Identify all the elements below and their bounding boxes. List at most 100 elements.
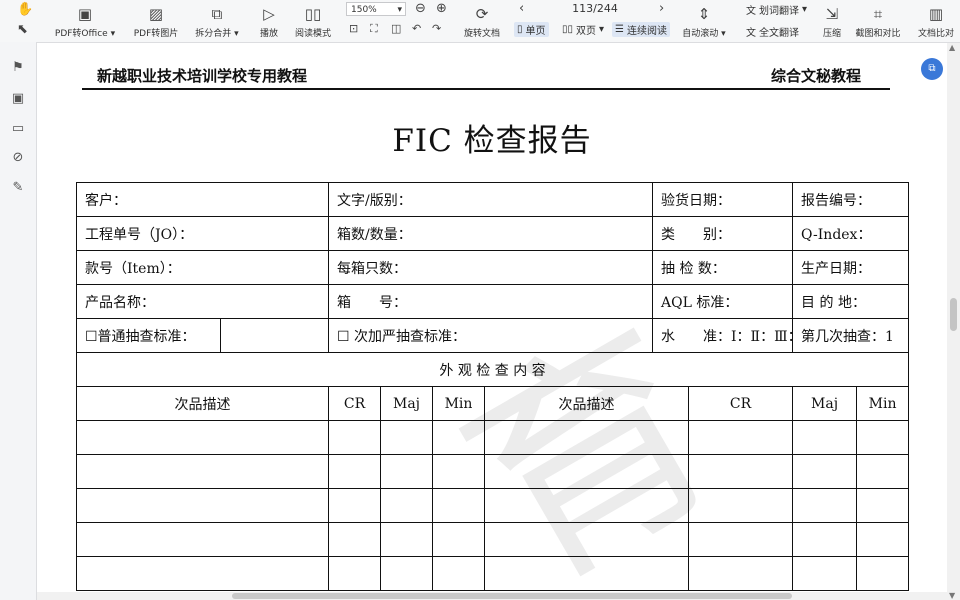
table-row: 外 观 检 查 内 容 <box>75 352 910 387</box>
column-header: Maj <box>380 386 433 421</box>
page-header-right: 综合文秘教程 <box>771 67 862 85</box>
form-cell: 工程单号（JO）： <box>76 216 329 251</box>
column-header: 次品描述 <box>76 386 329 421</box>
screenshot-compare-button[interactable]: ⌗ 截图和对比 <box>852 0 904 42</box>
thumbnail-icon[interactable]: ▣ <box>10 91 26 107</box>
table-row: 客户： 文字/版别： 验货日期： 报告编号： <box>76 182 910 217</box>
play-button[interactable]: ▷ 播放 <box>256 0 282 42</box>
column-header: 次品描述 <box>483 386 690 421</box>
form-cell: ☐ 次加严抽查标准： <box>327 318 654 353</box>
translate-float-icon: ⧉ <box>928 63 936 74</box>
form-cell: 水 准：Ⅰ：Ⅱ：Ⅲ： <box>652 318 794 353</box>
vertical-scroll-thumb[interactable] <box>950 298 957 331</box>
form-cell: 抽 检 数： <box>652 250 794 285</box>
scroll-up-icon[interactable]: ▲ <box>949 43 955 52</box>
fit-width-icon[interactable]: ◫ <box>391 22 401 35</box>
table-header-row: 次品描述 CR Maj Min 次品描述 CR Maj Min <box>76 386 910 421</box>
page-header-left: 新越职业技术培训学校专用教程 <box>97 67 308 85</box>
form-cell: 报告编号： <box>792 182 910 217</box>
left-sidebar: ⚑ ▣ ▭ ⊘ ✎ <box>0 42 37 600</box>
form-cell <box>220 318 329 353</box>
attachment-icon[interactable]: ⊘ <box>10 150 26 166</box>
form-cell: 每箱只数： <box>327 250 654 285</box>
form-cell: ☐普通抽查标准： <box>76 318 221 353</box>
form-cell: 客户： <box>76 182 329 217</box>
translate-full-icon: 文 <box>746 28 756 39</box>
next-page-icon[interactable]: › <box>659 1 664 16</box>
column-header: Min <box>432 386 485 421</box>
fit-page-icon[interactable]: ⛶ <box>370 22 378 36</box>
page-title: FIC 检查报告 <box>392 123 592 159</box>
table-row: 款号（Item）： 每箱只数： 抽 检 数： 生产日期： <box>76 250 910 285</box>
column-header: Maj <box>792 386 858 421</box>
chevron-down-icon: ▾ <box>397 5 402 15</box>
document-page: 育 新越职业技术培训学校专用教程 综合文秘教程 FIC 检查报告 客户： 文字/… <box>37 43 947 592</box>
column-header: Min <box>856 386 910 421</box>
form-cell: 验货日期： <box>652 182 794 217</box>
continuous-reading-button[interactable]: ☰ 连续阅读 <box>612 22 670 37</box>
table-row <box>76 454 910 489</box>
zoom-select[interactable]: 150% ▾ <box>346 2 406 16</box>
double-page-button[interactable]: ▯▯ 双页 ▾ <box>562 22 604 37</box>
split-merge-button[interactable]: ⧉ 拆分合并 ▾ <box>192 0 242 42</box>
pdf-to-image-button[interactable]: ▨ PDF转图片 <box>130 0 182 42</box>
word-translate-button[interactable]: 文划词翻译 ▾ <box>746 2 807 17</box>
inspection-form: 客户： 文字/版别： 验货日期： 报告编号： 工程单号（JO）： 箱数/数量： … <box>75 182 910 591</box>
reading-mode-button[interactable]: ▯▯ 阅读模式 <box>291 0 335 42</box>
table-row <box>76 556 910 591</box>
form-cell: 生产日期： <box>792 250 910 285</box>
table-row: 工程单号（JO）： 箱数/数量： 类 别： Q-Index： <box>76 216 910 251</box>
header-rule <box>82 88 890 90</box>
compress-icon: ⇲ <box>825 5 839 23</box>
form-cell: 款号（Item）： <box>76 250 329 285</box>
vertical-scrollbar[interactable]: ▲ ▼ <box>947 43 960 600</box>
compress-button[interactable]: ⇲ 压缩 <box>820 0 844 42</box>
form-cell: 产品名称： <box>76 284 329 319</box>
rotate-right-icon[interactable]: ↷ <box>432 22 441 35</box>
scroll-down-icon[interactable]: ▼ <box>949 591 955 600</box>
page-indicator[interactable]: 113/244 <box>540 1 650 17</box>
full-translate-button[interactable]: 文全文翻译 <box>746 24 799 39</box>
horizontal-scrollbar[interactable] <box>37 592 947 600</box>
translate-icon: 文 <box>746 6 756 17</box>
rotate-document-button[interactable]: ⟳ 旋转文档 <box>460 0 504 42</box>
compare-icon: ▥ <box>928 5 944 23</box>
auto-scroll-icon: ⇕ <box>697 5 711 23</box>
single-page-icon: ▯ <box>517 24 523 35</box>
single-page-button[interactable]: ▯ 单页 <box>514 22 549 37</box>
form-cell: 目 的 地： <box>792 284 910 319</box>
screenshot-icon: ⌗ <box>873 5 883 23</box>
zoom-out-icon[interactable]: ⊖ <box>415 1 426 16</box>
column-header: CR <box>688 386 794 421</box>
form-cell: 箱数/数量： <box>327 216 654 251</box>
signature-icon[interactable]: ✎ <box>10 180 26 196</box>
document-compare-button[interactable]: ▥ 文档比对 <box>914 0 958 42</box>
book-icon: ▯▯ <box>304 5 322 23</box>
select-tool-icon[interactable]: ⬉ <box>17 22 28 37</box>
double-page-icon: ▯▯ <box>562 24 574 35</box>
auto-scroll-button[interactable]: ⇕ 自动滚动 ▾ <box>680 0 728 42</box>
table-row <box>76 420 910 455</box>
prev-page-icon[interactable]: ‹ <box>519 1 524 16</box>
comment-icon[interactable]: ▭ <box>10 121 26 137</box>
continuous-icon: ☰ <box>615 24 624 35</box>
table-row <box>76 488 910 523</box>
table-row <box>76 522 910 557</box>
form-cell: AQL 标准： <box>652 284 794 319</box>
zoom-in-icon[interactable]: ⊕ <box>436 1 447 16</box>
hand-tool-icon[interactable]: ✋ <box>17 2 33 17</box>
split-merge-icon: ⧉ <box>211 5 223 23</box>
pdf-to-office-button[interactable]: ▣ PDF转Office ▾ <box>53 0 117 42</box>
floating-tool-button[interactable]: ⧉ <box>921 58 943 80</box>
bookmark-icon[interactable]: ⚑ <box>10 60 26 76</box>
rotate-doc-icon: ⟳ <box>475 5 489 23</box>
horizontal-scroll-thumb[interactable] <box>232 593 792 599</box>
table-row: ☐普通抽查标准： ☐ 次加严抽查标准： 水 准：Ⅰ：Ⅱ：Ⅲ： 第几次抽查：1 2… <box>76 318 910 353</box>
play-icon: ▷ <box>263 5 275 23</box>
actual-size-icon[interactable]: ⊡ <box>349 22 358 35</box>
form-cell: 文字/版别： <box>327 182 654 217</box>
pdf-to-office-icon: ▣ <box>77 5 93 23</box>
rotate-left-icon[interactable]: ↶ <box>412 22 421 35</box>
table-row: 产品名称： 箱 号： AQL 标准： 目 的 地： <box>76 284 910 319</box>
form-cell: 类 别： <box>652 216 794 251</box>
